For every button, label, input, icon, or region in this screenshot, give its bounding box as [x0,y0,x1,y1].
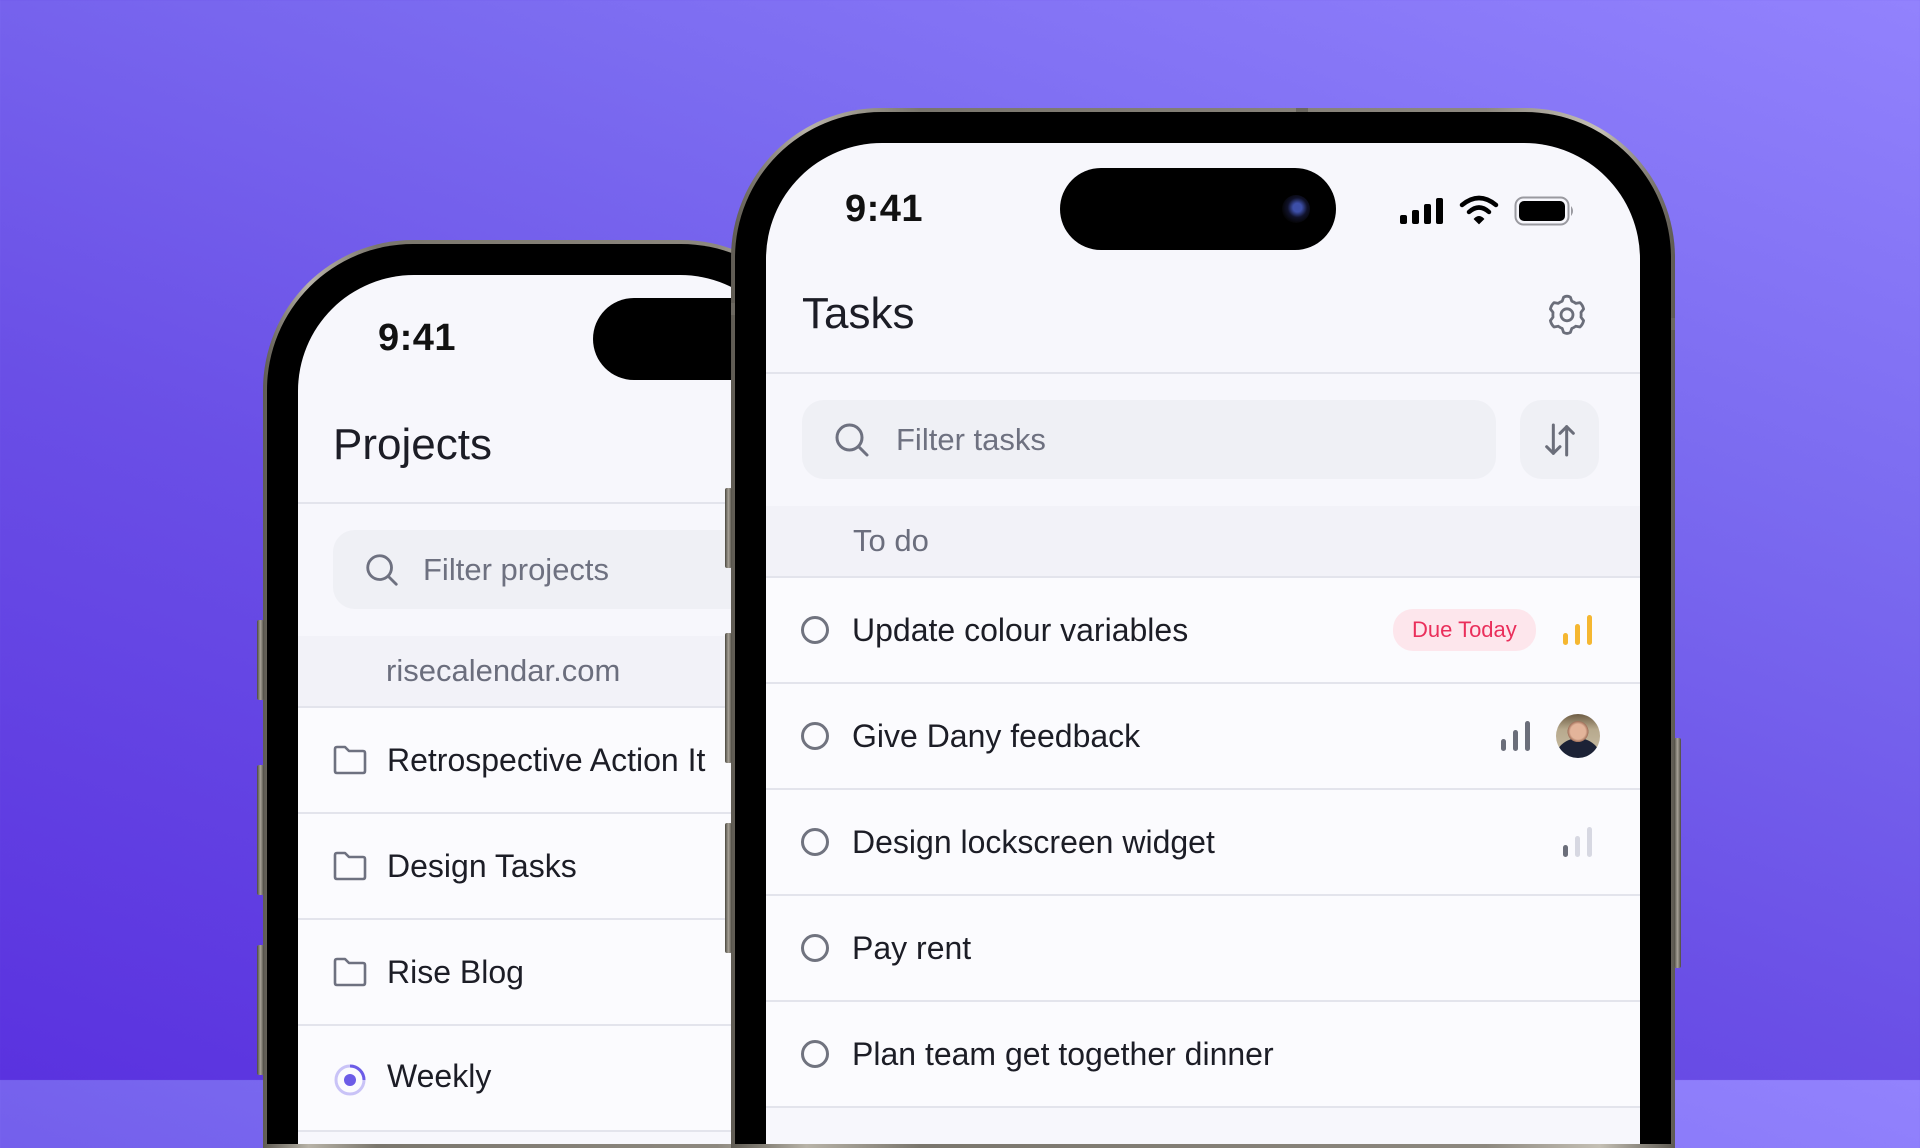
antenna-band [731,303,735,315]
task-checkbox[interactable] [801,828,829,856]
project-item[interactable]: Design Tasks [298,814,796,920]
header-divider [298,502,796,504]
folder-icon [333,851,367,881]
page-title: Projects [333,420,492,469]
assignee-avatar[interactable] [1556,714,1600,758]
filter-tasks-input[interactable]: Filter tasks [802,400,1496,479]
antenna-band [1296,108,1308,112]
task-checkbox[interactable] [801,1040,829,1068]
priority-high-icon [1563,615,1592,645]
camera-icon [1282,195,1310,223]
phone-side-button [257,945,264,1075]
projects-screen: 9:41 Projects Filter projects risecalend… [298,275,796,1144]
antenna-band [1671,318,1675,330]
phone-side-button [725,488,732,568]
dynamic-island [1060,168,1336,250]
due-badge: Due Today [1393,609,1536,651]
phone-bezel: 9:41 Tasks Filter tasks To do Update col… [735,112,1671,1144]
task-row[interactable]: Pay rent [766,896,1640,1002]
project-label: Rise Blog [387,953,524,990]
folder-icon [333,957,367,987]
task-row[interactable]: Update colour variables Due Today [766,578,1640,684]
task-checkbox[interactable] [801,934,829,962]
power-button [1674,738,1681,968]
sort-button[interactable] [1520,400,1599,479]
project-item[interactable]: Rise Blog [298,920,796,1026]
task-checkbox[interactable] [801,616,829,644]
task-checkbox[interactable] [801,722,829,750]
sort-arrows-icon [1540,420,1580,460]
priority-low-icon [1563,827,1592,857]
volume-up-button [725,633,732,763]
page-title: Tasks [802,289,915,338]
search-placeholder: Filter tasks [896,421,1046,457]
cellular-signal-icon [1399,197,1445,225]
task-row[interactable]: Plan team get together dinner [766,1002,1640,1108]
project-label: Design Tasks [387,847,577,884]
section-header: risecalendar.com [298,636,796,708]
tasks-screen: 9:41 Tasks Filter tasks To do Update col… [766,143,1640,1144]
phone-side-button [257,620,264,700]
task-label: Pay rent [852,929,972,966]
task-label: Update colour variables [852,611,1189,648]
status-time: 9:41 [845,188,924,230]
task-label: Design lockscreen widget [852,823,1215,860]
priority-medium-icon [1501,721,1530,751]
progress-ring-icon [333,1063,367,1097]
task-row[interactable]: Design lockscreen widget [766,790,1640,896]
section-header: To do [766,506,1640,578]
project-item[interactable]: Retrospective Action It [298,708,796,814]
project-item[interactable]: Weekly [298,1026,796,1132]
task-label: Give Dany feedback [852,717,1141,754]
section-label: To do [853,523,929,558]
search-icon [832,420,872,460]
battery-icon [1514,196,1576,226]
section-label: risecalendar.com [386,653,621,688]
volume-down-button [725,823,732,953]
task-label: Plan team get together dinner [852,1035,1274,1072]
search-icon [363,551,401,589]
project-label: Weekly [387,1058,492,1094]
status-time: 9:41 [378,317,457,359]
search-placeholder: Filter projects [423,551,610,587]
phone-tasks: 9:41 Tasks Filter tasks To do Update col… [725,108,1681,1148]
wifi-icon [1459,195,1499,225]
gear-icon [1543,292,1591,340]
folder-icon [333,745,367,775]
phone-side-button [257,765,264,895]
project-label: Retrospective Action It [387,741,706,778]
task-row[interactable]: Give Dany feedback [766,684,1640,790]
header-divider [766,372,1640,374]
settings-button[interactable] [1543,292,1591,340]
